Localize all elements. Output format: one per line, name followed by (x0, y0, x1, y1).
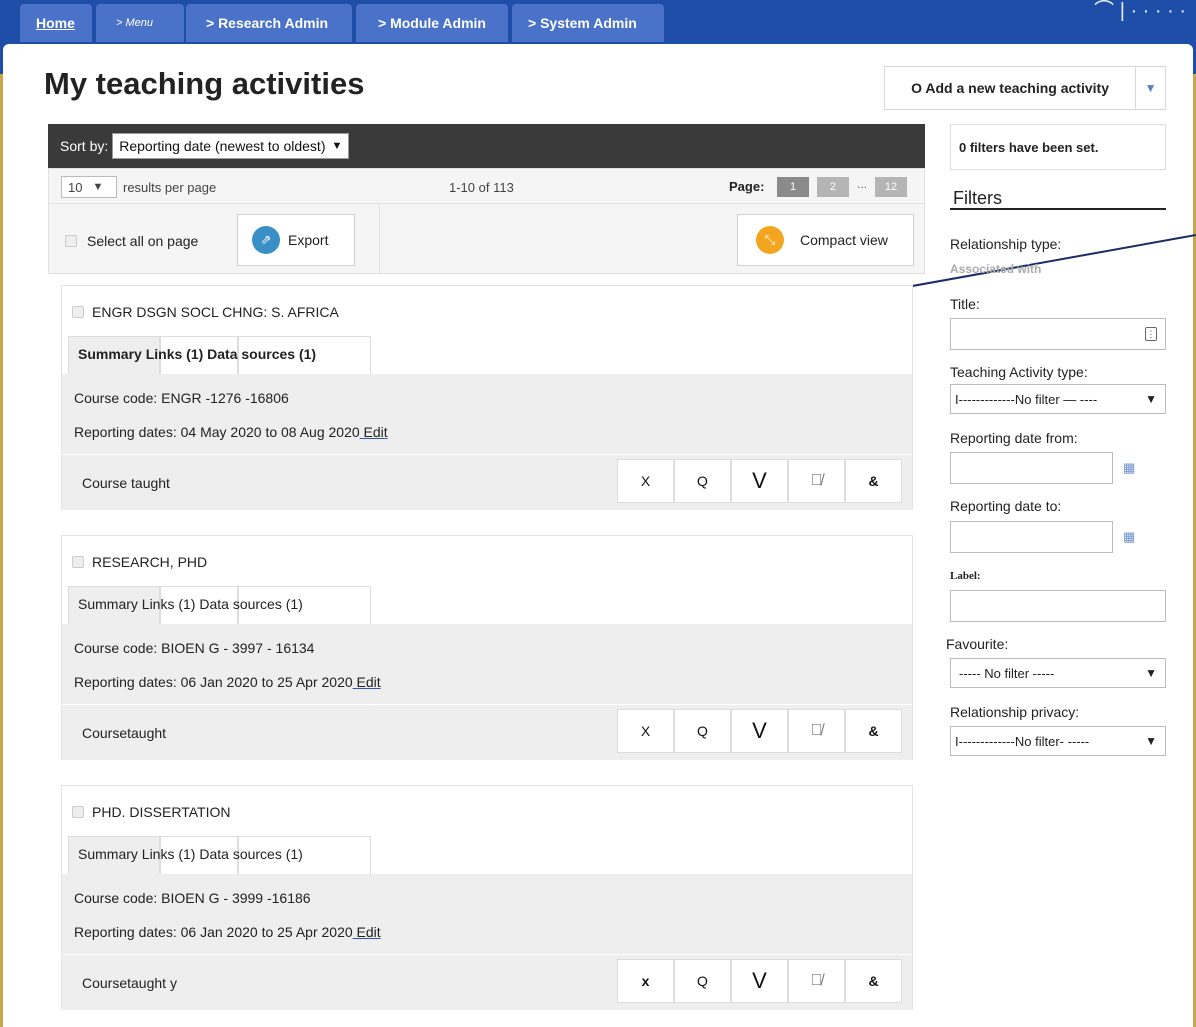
reporting-dates: Reporting dates: 04 May 2020 to 08 Aug 2… (74, 424, 360, 440)
activity-checkbox[interactable] (72, 556, 84, 568)
privacy-select[interactable]: I-------------No filter- ----- ▼ (950, 726, 1166, 756)
course-code: Course code: ENGR -1276 -16806 (74, 390, 289, 406)
favourite-value: ----- No filter ----- (959, 665, 1055, 681)
share-button[interactable]: & (845, 709, 902, 753)
activity-title-text: RESEARCH, PHD (92, 554, 208, 570)
course-code: Course code: BIOEN G - 3997 - 16134 (74, 640, 315, 656)
date-to-label: Reporting date to: (950, 498, 1062, 514)
activity-summary: Course code: ENGR -1276 -16806 Reporting… (62, 374, 912, 454)
activity-tabs: Summary Links (1) Data sources (1) (68, 586, 371, 624)
title-filter-input[interactable]: ⋮ (950, 318, 1166, 350)
activity-tabs-label: Summary Links (1) Data sources (1) (78, 596, 303, 612)
activity-tabs: Summary Links (1) Data sources (1) (68, 836, 371, 874)
edit-link[interactable]: Edit (353, 674, 381, 690)
search-button[interactable]: Q (674, 959, 731, 1003)
course-taught-label: Coursetaught y (82, 975, 177, 991)
delete-button[interactable]: X (617, 709, 674, 753)
verify-button[interactable]: V (731, 959, 788, 1003)
relationship-type-label: Relationship type: (950, 236, 1062, 252)
privacy-label: Relationship privacy: (950, 704, 1080, 720)
hide-eye-icon[interactable]: 👁̸ (788, 709, 845, 753)
course-taught-label: Coursetaught (82, 725, 167, 741)
activity-checkbox[interactable] (72, 306, 84, 318)
edit-link[interactable]: Edit (360, 424, 388, 440)
label-filter-label: Label: (950, 570, 981, 582)
verify-button[interactable]: V (731, 709, 788, 753)
activity-footer: Course taught X Q V 👁̸ & (62, 454, 912, 510)
date-from-input[interactable] (950, 452, 1113, 484)
activity-tabs-label: Summary Links (1) Data sources (1) (78, 846, 303, 862)
relationship-type-value: Associated with (950, 262, 1042, 276)
edit-link[interactable]: Edit (353, 924, 381, 940)
hide-eye-icon[interactable]: 👁̸ (788, 459, 845, 503)
activity-card: PHD. DISSERTATION Summary Links (1) Data… (61, 785, 913, 1010)
activity-title: PHD. DISSERTATION (72, 804, 230, 820)
reporting-dates: Reporting dates: 06 Jan 2020 to 25 Apr 2… (74, 924, 353, 940)
label-filter-input[interactable] (950, 590, 1166, 622)
verify-button[interactable]: V (731, 459, 788, 503)
hide-eye-icon[interactable]: 👁̸ (788, 959, 845, 1003)
activity-type-label: Teaching Activity type: (950, 364, 1088, 380)
activity-checkbox[interactable] (72, 806, 84, 818)
activity-type-select[interactable]: I-------------No filter — ---- ▼ (950, 384, 1166, 414)
share-button[interactable]: & (845, 459, 902, 503)
activity-tabs: Summary Links (1) Data sources (1) (68, 336, 371, 374)
activity-title-text: ENGR DSGN SOCL CHNG: S. AFRICA (92, 304, 339, 320)
divider (950, 208, 1166, 210)
activity-summary: Course code: BIOEN G - 3999 -16186 Repor… (62, 874, 912, 954)
chevron-down-icon: ▼ (1145, 666, 1157, 680)
delete-button[interactable]: X (617, 459, 674, 503)
delete-button[interactable]: x (617, 959, 674, 1003)
filters-heading: Filters (953, 188, 1002, 208)
course-taught-label: Course taught (82, 475, 170, 491)
activity-title: RESEARCH, PHD (72, 554, 207, 570)
date-to-input[interactable] (950, 521, 1113, 553)
calendar-icon[interactable]: ▦ (1123, 460, 1135, 476)
search-button[interactable]: Q (674, 459, 731, 503)
activity-footer: Coursetaught X Q V 👁̸ & (62, 704, 912, 760)
activity-tabs-label: Summary Links (1) Data sources (1) (78, 346, 317, 362)
favourite-label: Favourite: (946, 636, 1009, 652)
calendar-icon[interactable]: ▦ (1123, 529, 1135, 545)
date-from-label: Reporting date from: (950, 430, 1078, 446)
reporting-dates-row: Reporting dates: 06 Jan 2020 to 25 Apr 2… (74, 674, 381, 690)
activity-card: ENGR DSGN SOCL CHNG: S. AFRICA Summary L… (61, 285, 913, 510)
activity-footer: Coursetaught y x Q V 👁̸ & (62, 954, 912, 1010)
favourite-select[interactable]: ----- No filter ----- ▼ (950, 658, 1166, 688)
activity-summary: Course code: BIOEN G - 3997 - 16134 Repo… (62, 624, 912, 704)
share-button[interactable]: & (845, 959, 902, 1003)
search-button[interactable]: Q (674, 709, 731, 753)
activity-card: RESEARCH, PHD Summary Links (1) Data sou… (61, 535, 913, 760)
course-code: Course code: BIOEN G - 3999 -16186 (74, 890, 311, 906)
chevron-down-icon: ▼ (1145, 392, 1157, 406)
reporting-dates: Reporting dates: 06 Jan 2020 to 25 Apr 2… (74, 674, 353, 690)
filter-status: 0 filters have been set. (950, 124, 1166, 170)
chevron-down-icon: ▼ (1145, 734, 1157, 748)
keyboard-icon[interactable]: ⋮ (1145, 327, 1157, 341)
activity-type-value: I-------------No filter — ---- (955, 391, 1098, 407)
privacy-value: I-------------No filter- ----- (955, 733, 1090, 749)
reporting-dates-row: Reporting dates: 04 May 2020 to 08 Aug 2… (74, 424, 388, 440)
title-filter-label: Title: (950, 296, 980, 312)
activity-title-text: PHD. DISSERTATION (92, 804, 231, 820)
activity-title: ENGR DSGN SOCL CHNG: S. AFRICA (72, 304, 339, 320)
reporting-dates-row: Reporting dates: 06 Jan 2020 to 25 Apr 2… (74, 924, 381, 940)
